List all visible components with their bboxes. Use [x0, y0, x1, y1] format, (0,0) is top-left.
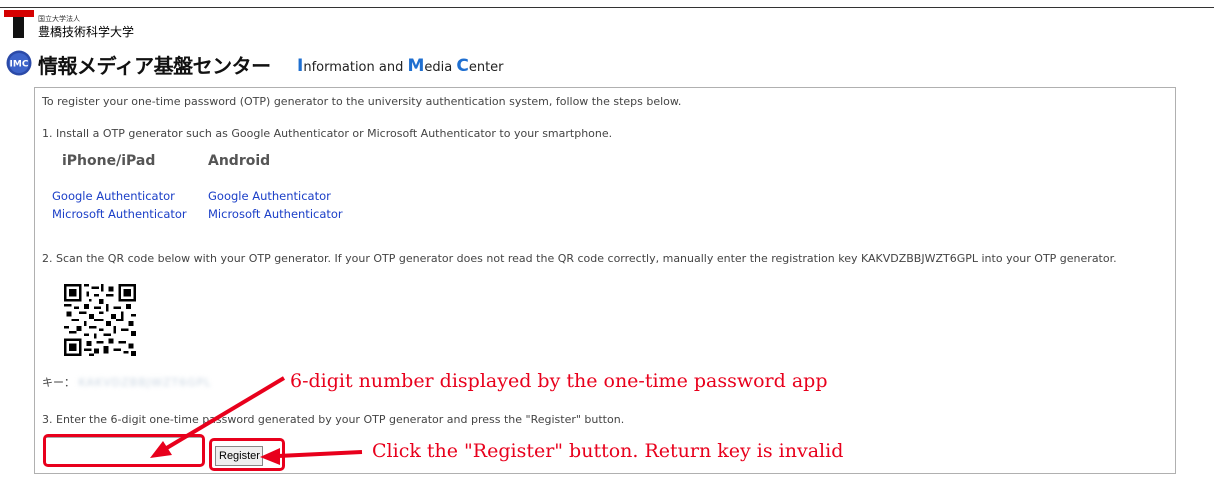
- annotation-button-note: Click the "Register" button. Return key …: [372, 440, 844, 462]
- annotation-input-note: 6-digit number displayed by the one-time…: [290, 370, 828, 392]
- iphone-header: iPhone/iPad: [62, 153, 156, 169]
- step3-text: 3. Enter the 6-digit one-time password g…: [42, 413, 625, 426]
- qr-code: [64, 284, 136, 356]
- step2-text: 2. Scan the QR code below with your OTP …: [42, 252, 1117, 265]
- otp-input[interactable]: [44, 437, 204, 465]
- university-logo: [4, 10, 34, 38]
- android-header: Android: [208, 153, 271, 169]
- center-name-en: Information and Media Center: [297, 56, 504, 76]
- top-divider: [0, 7, 1214, 8]
- register-button[interactable]: Register: [215, 446, 263, 466]
- android-microsoft-authenticator-link[interactable]: Microsoft Authenticator: [208, 207, 343, 221]
- key-value: KAKVDZBBJWZT6GPL: [78, 376, 212, 389]
- key-label: キー：: [42, 376, 75, 389]
- imc-logo-icon: IMC: [6, 50, 32, 76]
- center-name-jp: 情報メディア基盤センター: [38, 54, 271, 78]
- iphone-google-authenticator-link[interactable]: Google Authenticator: [52, 189, 175, 203]
- registration-key-line: キー： KAKVDZBBJWZT6GPL: [42, 374, 212, 390]
- svg-text:IMC: IMC: [10, 60, 29, 70]
- step1-text: 1. Install a OTP generator such as Googl…: [42, 127, 613, 140]
- iphone-microsoft-authenticator-link[interactable]: Microsoft Authenticator: [52, 207, 187, 221]
- intro-text: To register your one-time password (OTP)…: [42, 95, 682, 108]
- android-google-authenticator-link[interactable]: Google Authenticator: [208, 189, 331, 203]
- university-name: 豊橋技術科学大学: [38, 25, 135, 39]
